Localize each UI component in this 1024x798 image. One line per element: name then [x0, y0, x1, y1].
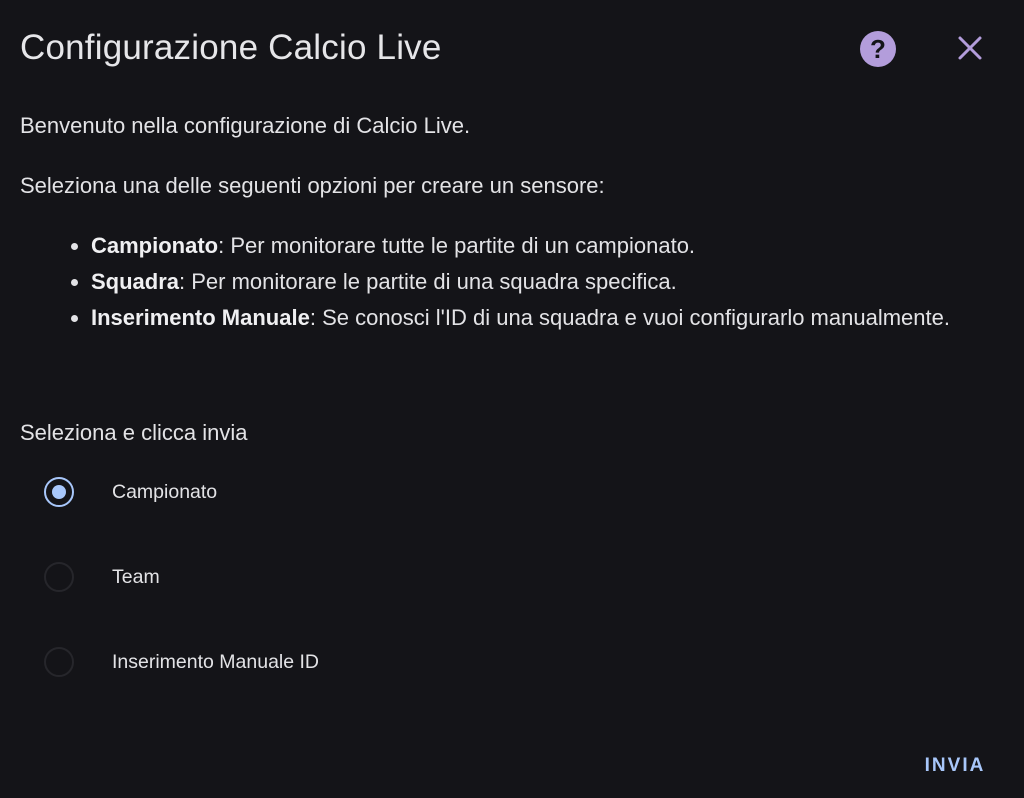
radio-button[interactable] — [44, 647, 74, 677]
dialog-title: Configurazione Calcio Live — [20, 28, 442, 67]
radio-label[interactable]: Team — [112, 564, 160, 590]
list-item: Campionato: Per monitorare tutte le part… — [20, 228, 960, 264]
submit-button[interactable]: INVIA — [912, 748, 998, 784]
radio-option-team[interactable]: Team — [40, 556, 640, 604]
config-dialog: Configurazione Calcio Live ? Benvenuto n… — [0, 0, 1024, 798]
dialog-header: Configurazione Calcio Live ? — [20, 26, 1004, 74]
radio-option-manual-id[interactable]: Inserimento Manuale ID — [40, 641, 640, 689]
radio-button-checked[interactable] — [44, 477, 74, 507]
list-item: Squadra: Per monitorare le partite di un… — [20, 264, 960, 300]
option-name: Campionato — [91, 233, 219, 258]
form-label: Seleziona e clicca invia — [20, 420, 248, 445]
radio-button[interactable] — [44, 562, 74, 592]
option-name: Inserimento Manuale — [91, 305, 310, 330]
instruction-text: Seleziona una delle seguenti opzioni per… — [20, 173, 605, 198]
option-text: : Se conosci l'ID di una squadra e vuoi … — [309, 305, 950, 330]
radio-option-campionato[interactable]: Campionato — [40, 471, 640, 519]
help-icon[interactable]: ? — [860, 31, 896, 67]
list-item: Inserimento Manuale: Se conosci l'ID di … — [20, 300, 960, 336]
close-icon[interactable] — [952, 30, 988, 66]
options-description-list: Campionato: Per monitorare tutte le part… — [20, 228, 960, 336]
radio-label[interactable]: Inserimento Manuale ID — [112, 649, 319, 675]
welcome-text: Benvenuto nella configurazione di Calcio… — [20, 113, 471, 138]
option-text: : Per monitorare le partite di una squad… — [179, 269, 677, 294]
option-text: : Per monitorare tutte le partite di un … — [218, 233, 696, 258]
option-name: Squadra — [91, 269, 180, 294]
radio-label[interactable]: Campionato — [112, 479, 217, 505]
